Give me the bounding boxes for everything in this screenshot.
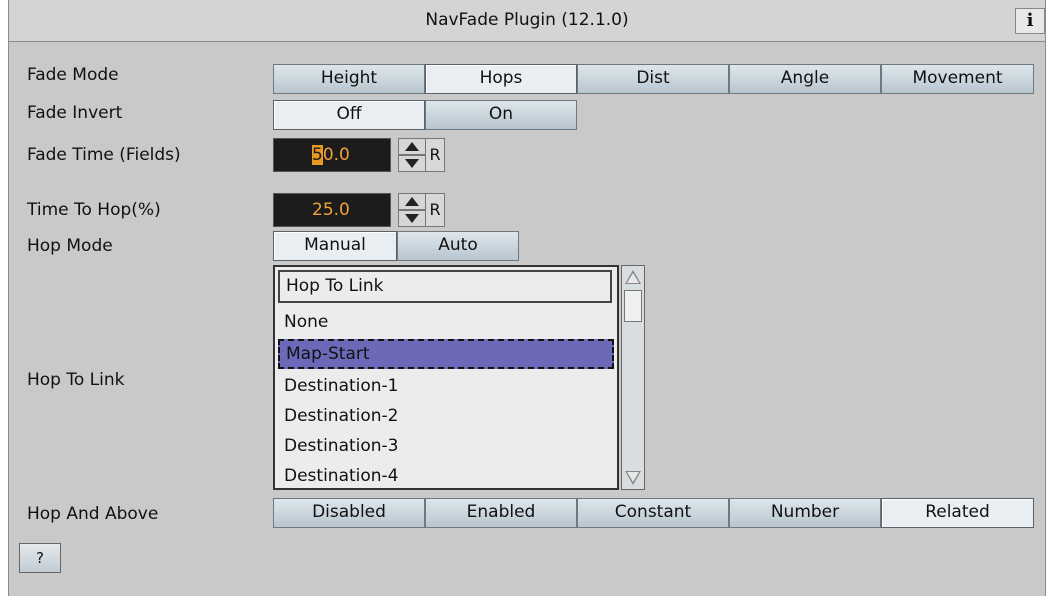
list-item[interactable]: Destination-3 bbox=[278, 431, 614, 461]
scroll-down-arrow-icon[interactable] bbox=[622, 467, 644, 489]
scroll-up-arrow-icon[interactable] bbox=[622, 266, 644, 288]
fade-mode-dist-button[interactable]: Dist bbox=[577, 64, 729, 94]
fade-time-input[interactable]: 50.0 bbox=[273, 138, 391, 172]
info-button[interactable]: i bbox=[1015, 8, 1045, 34]
plugin-title: NavFade Plugin (12.1.0) bbox=[425, 10, 629, 30]
time-to-hop-spinner[interactable] bbox=[398, 193, 426, 227]
hop-to-link-listbox[interactable]: Hop To Link None Map-Start Destination-1… bbox=[273, 265, 619, 490]
help-button[interactable]: ? bbox=[19, 543, 61, 573]
fade-mode-label: Fade Mode bbox=[27, 65, 119, 85]
fade-time-spinner[interactable] bbox=[398, 138, 426, 172]
spin-up-icon[interactable] bbox=[398, 193, 426, 210]
hop-and-above-number-button[interactable]: Number bbox=[729, 498, 881, 528]
list-item[interactable]: Destination-4 bbox=[278, 461, 614, 488]
fade-time-value: 0.0 bbox=[322, 145, 350, 165]
spin-down-icon[interactable] bbox=[398, 155, 426, 172]
fade-time-cursor-char: 5 bbox=[312, 145, 323, 165]
hop-and-above-enabled-button[interactable]: Enabled bbox=[425, 498, 577, 528]
hop-and-above-related-button[interactable]: Related bbox=[881, 498, 1034, 528]
list-header[interactable]: Hop To Link bbox=[278, 270, 612, 303]
hop-mode-manual-button[interactable]: Manual bbox=[273, 231, 397, 261]
spin-down-icon[interactable] bbox=[398, 210, 426, 227]
list-item[interactable]: Destination-1 bbox=[278, 371, 614, 401]
fade-invert-on-button[interactable]: On bbox=[425, 100, 577, 130]
plugin-panel: NavFade Plugin (12.1.0) i Fade Mode Heig… bbox=[8, 0, 1046, 596]
hop-and-above-constant-button[interactable]: Constant bbox=[577, 498, 729, 528]
fade-invert-off-button[interactable]: Off bbox=[273, 100, 425, 130]
title-bar: NavFade Plugin (12.1.0) i bbox=[9, 0, 1045, 42]
fade-mode-height-button[interactable]: Height bbox=[273, 64, 425, 94]
time-to-hop-label: Time To Hop(%) bbox=[27, 200, 161, 220]
hop-and-above-disabled-button[interactable]: Disabled bbox=[273, 498, 425, 528]
spin-up-icon[interactable] bbox=[398, 138, 426, 155]
fade-invert-label: Fade Invert bbox=[27, 103, 123, 123]
hop-to-link-label: Hop To Link bbox=[27, 370, 125, 390]
scroll-thumb[interactable] bbox=[624, 290, 642, 322]
time-to-hop-input[interactable]: 25.0 bbox=[273, 193, 391, 227]
time-to-hop-reset-button[interactable]: R bbox=[425, 193, 445, 227]
time-to-hop-value: 25.0 bbox=[312, 200, 350, 220]
hop-and-above-label: Hop And Above bbox=[27, 504, 159, 524]
hop-mode-label: Hop Mode bbox=[27, 236, 113, 256]
hop-mode-auto-button[interactable]: Auto bbox=[397, 231, 519, 261]
list-item[interactable]: None bbox=[278, 307, 614, 337]
list-item-selected[interactable]: Map-Start bbox=[278, 339, 614, 369]
list-item[interactable]: Destination-2 bbox=[278, 401, 614, 431]
fade-mode-angle-button[interactable]: Angle bbox=[729, 64, 881, 94]
fade-mode-hops-button[interactable]: Hops bbox=[425, 64, 577, 94]
hop-to-link-scrollbar[interactable] bbox=[621, 265, 645, 490]
fade-time-label: Fade Time (Fields) bbox=[27, 145, 181, 165]
fade-mode-movement-button[interactable]: Movement bbox=[881, 64, 1034, 94]
fade-time-reset-button[interactable]: R bbox=[425, 138, 445, 172]
